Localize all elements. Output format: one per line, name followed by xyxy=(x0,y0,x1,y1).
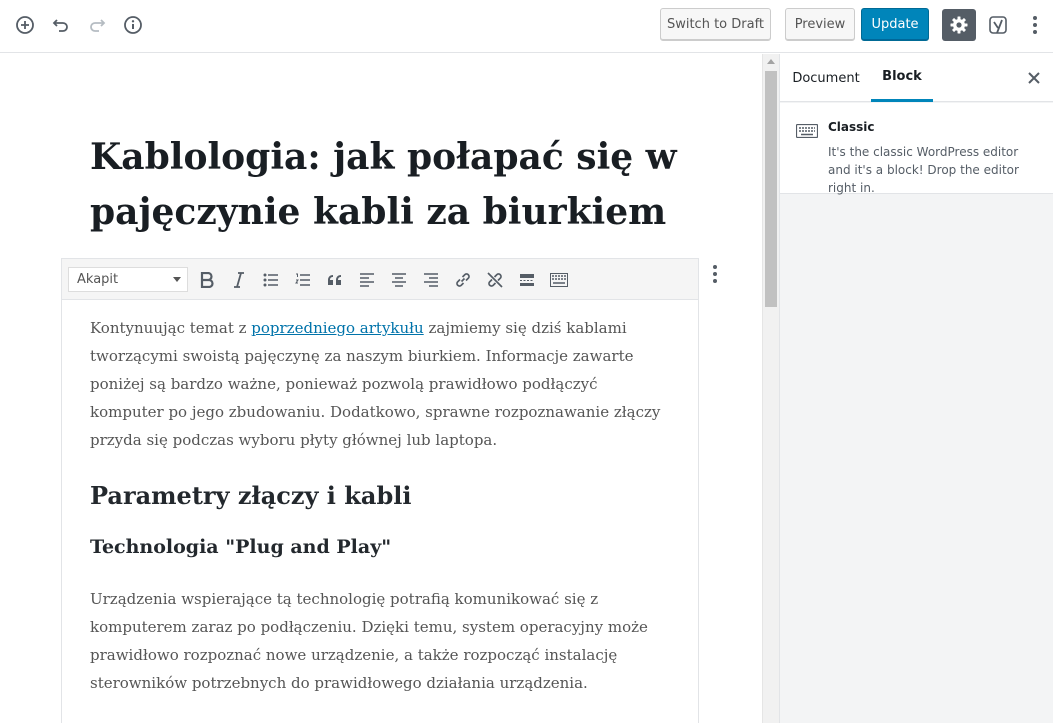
block-name: Classic xyxy=(828,120,875,134)
heading-h3: Technologia "Plug and Play" xyxy=(90,536,392,558)
numbered-list-icon[interactable] xyxy=(291,268,315,292)
settings-button[interactable] xyxy=(942,9,976,41)
tab-document[interactable]: Document xyxy=(786,54,866,102)
paragraph-plug-and-play: Urządzenia wspierające tą technologię po… xyxy=(90,590,648,692)
close-icon xyxy=(1028,72,1040,84)
yoast-icon[interactable] xyxy=(986,12,1012,38)
align-center-icon[interactable] xyxy=(387,268,411,292)
unlink-icon[interactable] xyxy=(483,268,507,292)
classic-toolbar: Akapit xyxy=(62,259,698,300)
undo-icon[interactable] xyxy=(48,12,74,38)
heading-h2: Parametry złączy i kabli xyxy=(90,481,412,510)
block-more-options-button[interactable] xyxy=(703,262,727,286)
paragraph-intro: Kontynuując temat z poprzedniego artykuł… xyxy=(90,314,675,454)
link-icon[interactable] xyxy=(451,268,475,292)
more-vertical-icon xyxy=(713,265,717,283)
info-icon[interactable] xyxy=(120,12,146,38)
switch-to-draft-button[interactable]: Switch to Draft xyxy=(660,8,771,41)
editor-header: Switch to Draft Preview Update xyxy=(0,0,1053,53)
block-card: Classic It's the classic WordPress edito… xyxy=(780,103,1053,195)
classic-block-content[interactable]: Kontynuując temat z poprzedniego artykuł… xyxy=(90,314,675,697)
scroll-up-icon[interactable] xyxy=(767,59,775,64)
tab-block[interactable]: Block xyxy=(871,54,933,102)
paragraph-text: Kontynuując temat z xyxy=(90,319,252,337)
update-button[interactable]: Update xyxy=(861,8,929,41)
redo-icon[interactable] xyxy=(84,12,110,38)
align-left-icon[interactable] xyxy=(355,268,379,292)
more-vertical-icon[interactable] xyxy=(1022,12,1048,38)
editor-scrollbar[interactable] xyxy=(762,54,779,723)
italic-icon[interactable] xyxy=(227,268,251,292)
previous-article-link[interactable]: poprzedniego artykułu xyxy=(251,319,423,337)
blockquote-icon[interactable] xyxy=(323,268,347,292)
bold-icon[interactable] xyxy=(195,268,219,292)
settings-sidebar: Document Block Classic It's the classic … xyxy=(779,54,1053,723)
editor-canvas: Kablologia: jak połapać się w pajęczynie… xyxy=(0,54,762,723)
format-select[interactable]: Akapit xyxy=(68,267,188,292)
align-right-icon[interactable] xyxy=(419,268,443,292)
bullet-list-icon[interactable] xyxy=(259,268,283,292)
toolbar-toggle-icon[interactable] xyxy=(547,268,571,292)
preview-button[interactable]: Preview xyxy=(785,8,855,41)
keyboard-icon xyxy=(795,123,819,142)
block-description: It's the classic WordPress editor and it… xyxy=(828,145,1019,195)
gear-icon xyxy=(950,16,968,34)
read-more-icon[interactable] xyxy=(515,268,539,292)
classic-block[interactable]: Akapit Kontynuując temat z poprzedniego … xyxy=(61,258,699,723)
add-block-icon[interactable] xyxy=(12,12,38,38)
post-title[interactable]: Kablologia: jak połapać się w pajęczynie… xyxy=(90,130,700,240)
close-sidebar-button[interactable] xyxy=(1024,68,1044,88)
chevron-down-icon xyxy=(173,277,181,282)
scrollbar-thumb[interactable] xyxy=(765,71,777,307)
sidebar-tabs: Document Block xyxy=(780,54,1053,102)
paragraph-text: zajmiemy się dziś kablami tworzącymi swo… xyxy=(90,319,661,449)
format-select-value: Akapit xyxy=(77,272,119,287)
